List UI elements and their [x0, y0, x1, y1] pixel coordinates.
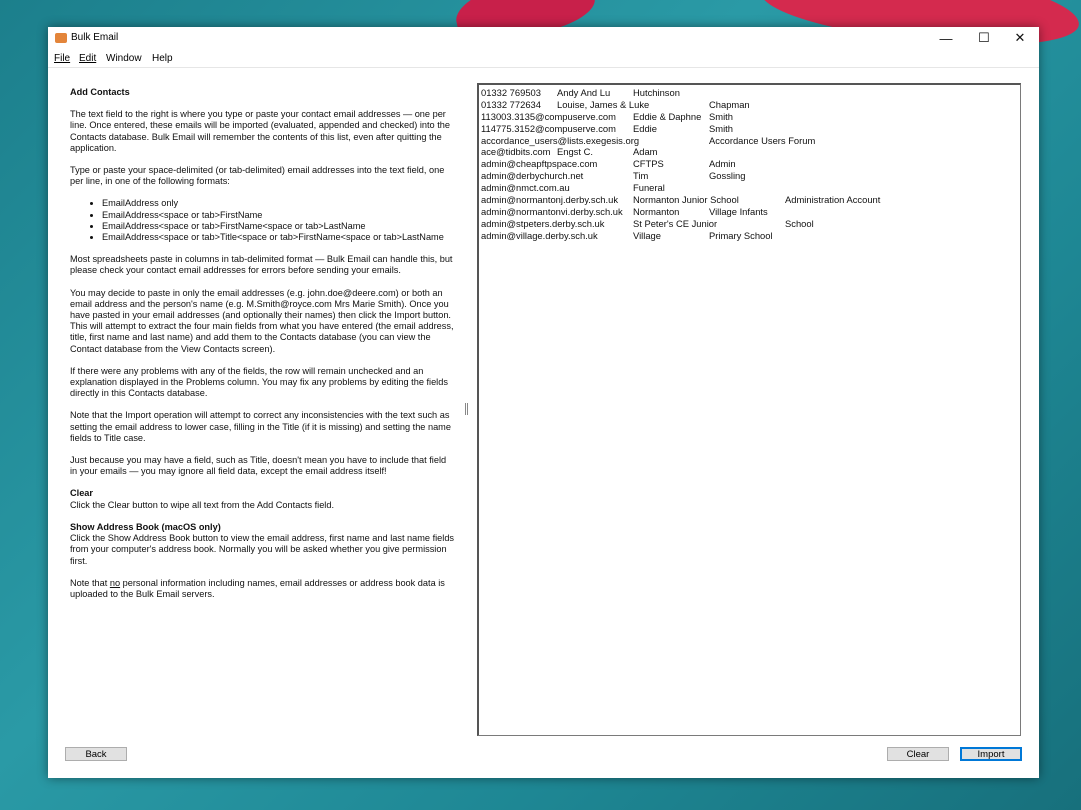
contact-line: admin@normantonvi.derby.sch.uk Normanton V…: [481, 206, 1020, 218]
contact-field: Smith: [709, 122, 733, 134]
pane-splitter-handle[interactable]: [465, 403, 468, 415]
contact-field: CFTPS: [633, 158, 664, 170]
contact-line: admin@cheapftpspace.com CFTPS Admin: [481, 158, 1020, 170]
format-item: EmailAddress only: [102, 198, 455, 209]
contact-line: accordance_users@lists.exegesis.org Accor…: [481, 135, 1020, 147]
format-item: EmailAddress<space or tab>FirstName: [102, 210, 455, 221]
help-paragraph: Just because you may have a field, such …: [70, 455, 447, 477]
contact-line: admin@village.derby.sch.uk Village Primary…: [481, 230, 1020, 242]
contact-line: 01332 769503 Andy And Lu Hutchinson: [481, 87, 1020, 99]
help-paragraph: The text field to the right is where you…: [70, 109, 450, 153]
contact-field: admin@derbychurch.net: [481, 170, 584, 182]
contact-field: Accordance Users Forum: [709, 134, 816, 146]
contact-field: Chapman: [709, 98, 750, 110]
menu-file[interactable]: File: [54, 53, 70, 64]
title-bar[interactable]: Bulk Email — ☐ ✕: [48, 27, 1039, 51]
contact-line: admin@derbychurch.net Tim Gossling: [481, 170, 1020, 182]
contact-field: Village Infants: [709, 205, 768, 217]
help-paragraph: You may decide to paste in only the emai…: [70, 287, 454, 354]
close-button[interactable]: ✕: [1002, 27, 1038, 49]
format-list: EmailAddress only EmailAddress<space or …: [70, 198, 455, 243]
contact-field: Admin: [709, 158, 736, 170]
contact-field: admin@cheapftpspace.com: [481, 158, 598, 170]
contact-line: admin@normantonj.derby.sch.uk Normanton J…: [481, 194, 1020, 206]
contact-line: 114775.3152@compuserve.com Eddie Smith: [481, 123, 1020, 135]
maximize-button[interactable]: ☐: [966, 27, 1002, 49]
app-icon: [55, 33, 67, 43]
contact-field: Andy And Lu: [557, 87, 611, 98]
import-button[interactable]: Import: [960, 747, 1022, 761]
contact-field: Gossling: [709, 170, 746, 182]
contact-line: ace@tidbits.com Engst C. Adam: [481, 146, 1020, 158]
format-item: EmailAddress<space or tab>FirstName<spac…: [102, 221, 455, 232]
contact-field: accordance_users@lists.exegesis.org: [481, 134, 640, 146]
contact-field: 01332 769503: [481, 87, 541, 98]
contact-line: admin@nmct.com.au Funeral: [481, 182, 1020, 194]
contact-field: Engst C.: [557, 146, 593, 158]
contact-field: Funeral: [633, 182, 665, 194]
menu-bar: File Edit Window Help: [48, 51, 1039, 68]
contact-field: admin@normantonj.derby.sch.uk: [481, 194, 619, 206]
contact-field: Louise, James & Luke: [557, 98, 650, 110]
contact-field: Tim: [633, 170, 649, 182]
contact-field: Adam: [633, 146, 658, 158]
contact-field: 113003.3135@compuserve.com: [481, 110, 616, 122]
help-heading: Add Contacts: [70, 87, 130, 97]
add-contacts-textarea[interactable]: 01332 769503 Andy And Lu Hutchinson 01332 7…: [477, 83, 1021, 736]
help-paragraph: Note that the Import operation will atte…: [70, 410, 451, 443]
app-window: Bulk Email — ☐ ✕ File Edit Window Help A…: [48, 27, 1039, 778]
back-button[interactable]: Back: [65, 747, 127, 761]
address-book-heading: Show Address Book (macOS only): [70, 521, 221, 532]
clear-heading: Clear: [70, 488, 93, 499]
format-item: EmailAddress<space or tab>Title<space or…: [102, 232, 455, 243]
menu-window[interactable]: Window: [106, 53, 142, 64]
contact-line: 01332 772634 Louise, James & Luke Chapman: [481, 99, 1020, 111]
contact-field: St Peter's CE Junior: [633, 217, 718, 229]
contact-field: Primary School: [709, 229, 773, 241]
help-paragraph: If there were any problems with any of t…: [70, 365, 448, 399]
contact-field: Eddie & Daphne: [633, 110, 702, 122]
contact-field: Village: [633, 229, 661, 241]
contact-field: Normanton: [633, 205, 680, 217]
address-book-description: Click the Show Address Book button to vi…: [70, 533, 455, 566]
contact-field: School: [785, 217, 814, 229]
help-paragraph: Most spreadsheets paste in columns in ta…: [70, 254, 453, 276]
contact-field: ace@tidbits.com: [481, 146, 551, 158]
menu-help[interactable]: Help: [152, 53, 173, 64]
contact-field: Normanton Junior School: [633, 194, 739, 206]
clear-button[interactable]: Clear: [887, 747, 949, 761]
contact-field: admin@village.derby.sch.uk: [481, 229, 598, 241]
contact-field: Smith: [709, 110, 733, 122]
clear-description: Click the Clear button to wipe all text …: [70, 499, 335, 510]
window-title: Bulk Email: [71, 32, 119, 43]
help-text-pane: Add Contacts The text field to the right…: [70, 87, 455, 611]
privacy-note: Note that no personal information includ…: [70, 577, 445, 599]
contact-field: 01332 772634: [481, 98, 541, 110]
contact-field: Hutchinson: [633, 87, 680, 98]
minimize-button[interactable]: —: [928, 27, 964, 49]
contact-field: admin@stpeters.derby.sch.uk: [481, 217, 605, 229]
contact-field: 114775.3152@compuserve.com: [481, 122, 616, 134]
contact-field: Eddie: [633, 122, 657, 134]
contact-field: admin@normantonvi.derby.sch.uk: [481, 205, 623, 217]
contact-line: admin@stpeters.derby.sch.uk St Peter's CE…: [481, 218, 1020, 230]
contact-field: admin@nmct.com.au: [481, 182, 570, 194]
contact-line: 113003.3135@compuserve.com Eddie & Daphne…: [481, 111, 1020, 123]
contact-field: Administration Account: [785, 194, 881, 206]
help-paragraph: Type or paste your space-delimited (or t…: [70, 165, 445, 187]
menu-edit[interactable]: Edit: [79, 53, 96, 64]
